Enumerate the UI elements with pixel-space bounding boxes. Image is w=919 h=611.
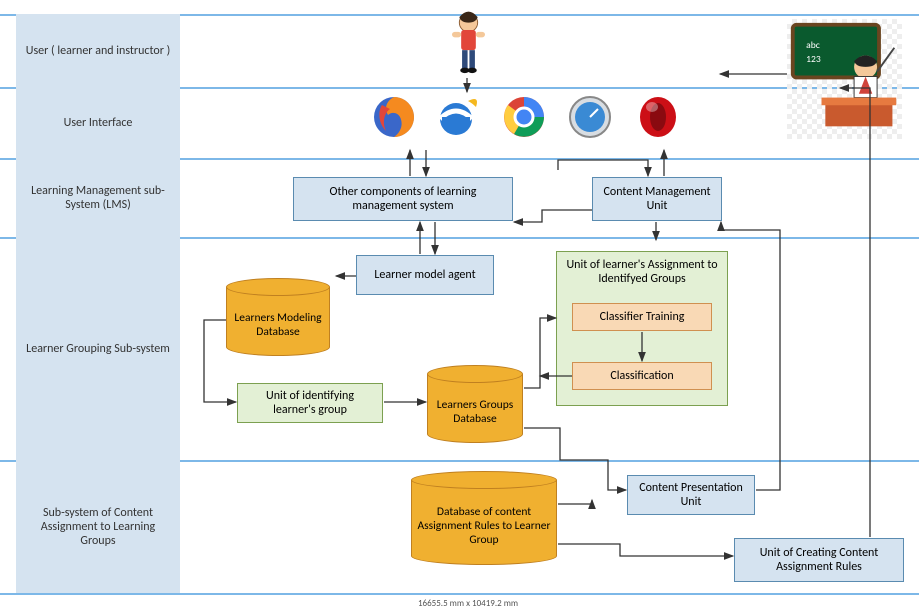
divider-6 — [0, 593, 919, 595]
box-other-lms: Other components of learning management … — [293, 177, 513, 221]
internet-explorer-browser-icon — [432, 93, 480, 141]
teacher-instructor-icon: abc 123 — [787, 19, 902, 139]
box-content-presentation-unit: Content Presentation Unit — [627, 475, 755, 515]
box-unit-creating-content-rules: Unit of Creating Content Assignment Rule… — [734, 538, 904, 582]
learner-child-icon — [441, 8, 496, 83]
box-classifier-training: Classifier Training — [572, 303, 712, 331]
cylinder-learners-groups-db: Learners Groups Database — [427, 365, 523, 443]
chrome-browser-icon — [500, 93, 548, 141]
row-label-grouping: Learner Grouping Sub-system — [16, 237, 180, 460]
cylinder-learners-modeling-db: Learners Modeling Database — [226, 278, 330, 356]
row-label-content-assign: Sub-system of Content Assignment to Lear… — [16, 460, 180, 593]
svg-text:abc: abc — [806, 39, 820, 51]
safari-browser-icon — [566, 93, 614, 141]
page-dimension-label: 16655.5 mm x 10419.2 mm — [418, 598, 518, 609]
box-classification: Classification — [572, 362, 712, 390]
cylinder-content-assignment-rules-db: Database of content Assignment Rules to … — [411, 471, 557, 565]
box-cmu: Content Management Unit — [592, 177, 722, 221]
row-label-ui: User Interface — [16, 87, 180, 158]
opera-browser-icon — [634, 93, 682, 141]
box-unit-identifying-group: Unit of identifying learner's group — [237, 383, 383, 423]
row-label-lms: Learning Management sub-System (LMS) — [16, 158, 180, 237]
row-label-user: User ( learner and instructor ) — [16, 14, 180, 87]
firefox-browser-icon — [370, 93, 418, 141]
svg-text:123: 123 — [806, 53, 821, 65]
box-learner-model-agent: Learner model agent — [356, 255, 494, 295]
